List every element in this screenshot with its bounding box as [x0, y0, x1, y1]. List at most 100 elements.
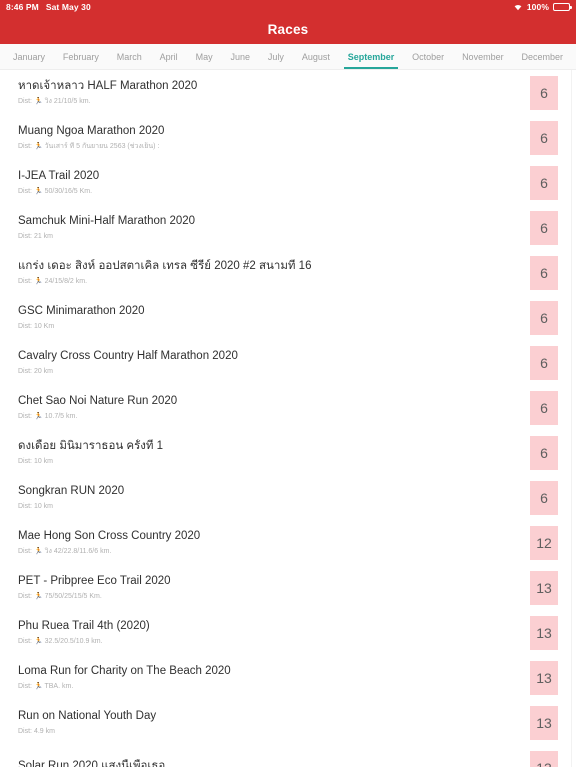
- race-distance: Dist: 20 km: [18, 367, 54, 375]
- race-info: Phu Ruea Trail 4th (2020) Dist: 🏃 32.5/20…: [18, 619, 530, 647]
- race-row[interactable]: Loma Run for Charity on The Beach 2020 Di…: [0, 655, 576, 700]
- race-row[interactable]: Mae Hong Son Cross Country 2020 Dist: 🏃 ว…: [0, 520, 576, 565]
- race-name: GSC Minimarathon 2020: [18, 304, 145, 317]
- tab-label: June: [230, 51, 251, 62]
- tab-august[interactable]: August: [293, 44, 339, 69]
- race-info: Chet Sao Noi Nature Run 2020 Dist: 🏃 10.7…: [18, 394, 530, 422]
- race-name: Chet Sao Noi Nature Run 2020: [18, 394, 178, 407]
- race-row[interactable]: I-JEA Trail 2020 Dist: 🏃 50/30/16/5 Km. 6: [0, 160, 576, 205]
- race-distance: Dist: 4.9 km: [18, 727, 55, 735]
- tab-september[interactable]: September: [339, 44, 403, 69]
- race-row[interactable]: Songkran RUN 2020 Dist: 10 km 6: [0, 475, 576, 520]
- race-date-badge: 6: [530, 480, 558, 515]
- race-row[interactable]: แกร่ง เดอะ สิงห์ ออปสตาเคิล เทรล ซีรีย์ …: [0, 250, 576, 295]
- tab-july[interactable]: July: [259, 44, 293, 69]
- race-date-badge: 12: [530, 525, 558, 560]
- race-distance: Dist: 🏃 32.5/20.5/10.9 km.: [18, 637, 103, 645]
- race-row[interactable]: Chet Sao Noi Nature Run 2020 Dist: 🏃 10.7…: [0, 385, 576, 430]
- race-date-badge: 13: [530, 660, 558, 695]
- race-row[interactable]: Run on National Youth Day Dist: 4.9 km 13: [0, 700, 576, 745]
- race-distance: Dist: 🏃 75/50/25/15/5 Km.: [18, 592, 102, 600]
- race-name: Songkran RUN 2020: [18, 484, 125, 497]
- race-info: Run on National Youth Day Dist: 4.9 km: [18, 709, 530, 737]
- race-date-badge: 13: [530, 705, 558, 740]
- race-name: หาดเจ้าหลาว HALF Marathon 2020: [18, 79, 198, 92]
- tab-march[interactable]: March: [108, 44, 151, 69]
- race-row[interactable]: ดงเดือย มินิมาราธอน ครั้งที่ 1 Dist: 10 k…: [0, 430, 576, 475]
- race-name: Samchuk Mini-Half Marathon 2020: [18, 214, 196, 227]
- race-info: GSC Minimarathon 2020 Dist: 10 Km: [18, 304, 530, 332]
- page-title: Races: [267, 21, 309, 37]
- race-row[interactable]: Solar Run 2020 แสงนี้เพื่อเธอ 13: [0, 745, 576, 767]
- race-row[interactable]: PET - Pribpree Eco Trail 2020 Dist: 🏃 75/…: [0, 565, 576, 610]
- race-name: Phu Ruea Trail 4th (2020): [18, 619, 150, 632]
- race-row[interactable]: Muang Ngoa Marathon 2020 Dist: 🏃 วันเสาร์…: [0, 115, 576, 160]
- status-bar-date: Sat May 30: [45, 2, 91, 12]
- month-tab-bar[interactable]: January February March April May June July Augu…: [0, 44, 576, 70]
- race-info: Cavalry Cross Country Half Marathon 2020…: [18, 349, 530, 377]
- race-info: แกร่ง เดอะ สิงห์ ออปสตาเคิล เทรล ซีรีย์ …: [18, 259, 530, 287]
- race-name: ดงเดือย มินิมาราธอน ครั้งที่ 1: [18, 439, 164, 452]
- race-date-badge: 6: [530, 300, 558, 335]
- race-row[interactable]: Phu Ruea Trail 4th (2020) Dist: 🏃 32.5/20…: [0, 610, 576, 655]
- race-info: Mae Hong Son Cross Country 2020 Dist: 🏃 ว…: [18, 529, 530, 557]
- tab-may[interactable]: May: [187, 44, 222, 69]
- race-name: PET - Pribpree Eco Trail 2020: [18, 574, 171, 587]
- tab-april[interactable]: April: [151, 44, 187, 69]
- race-row[interactable]: หาดเจ้าหลาว HALF Marathon 2020 Dist: 🏃 วิ…: [0, 70, 576, 115]
- tab-label: August: [301, 51, 330, 62]
- race-distance: Dist: 21 km: [18, 232, 54, 240]
- race-date-badge: 6: [530, 120, 558, 155]
- race-name: Muang Ngoa Marathon 2020: [18, 124, 165, 137]
- race-list[interactable]: หาดเจ้าหลาว HALF Marathon 2020 Dist: 🏃 วิ…: [0, 70, 576, 767]
- race-distance: Dist: 🏃 วิ่ง 42/22.8/11.6/6 km.: [18, 547, 112, 555]
- race-distance: Dist: 🏃 วันเสาร์ ที่ 5 กันยายน 2563 (ช่ว…: [18, 142, 160, 150]
- tab-february[interactable]: February: [54, 44, 108, 69]
- race-date-badge: 6: [530, 345, 558, 380]
- tab-december[interactable]: December: [513, 44, 572, 69]
- race-name: Mae Hong Son Cross Country 2020: [18, 529, 201, 542]
- race-name: Loma Run for Charity on The Beach 2020: [18, 664, 231, 677]
- race-name: I-JEA Trail 2020: [18, 169, 100, 182]
- tab-label: January: [12, 51, 45, 62]
- race-row[interactable]: Samchuk Mini-Half Marathon 2020 Dist: 21 …: [0, 205, 576, 250]
- tab-label: September: [347, 51, 395, 62]
- race-info: Solar Run 2020 แสงนี้เพื่อเธอ: [18, 759, 530, 768]
- race-distance: Dist: 10 km: [18, 502, 54, 510]
- race-date-badge: 13: [530, 570, 558, 605]
- race-info: Muang Ngoa Marathon 2020 Dist: 🏃 วันเสาร์…: [18, 124, 530, 152]
- status-bar-left: 8:46 PM Sat May 30: [6, 2, 91, 12]
- tab-november[interactable]: November: [453, 44, 512, 69]
- status-bar-time: 8:46 PM: [6, 2, 39, 12]
- status-bar-right: 100%: [513, 2, 572, 12]
- race-name: แกร่ง เดอะ สิงห์ ออปสตาเคิล เทรล ซีรีย์ …: [18, 259, 312, 272]
- race-distance: Dist: 🏃 วิ่ง 21/10/5 km.: [18, 97, 91, 105]
- race-distance: Dist: 🏃 24/15/8/2 km.: [18, 277, 88, 285]
- battery-icon: [553, 3, 572, 11]
- tab-october[interactable]: October: [403, 44, 453, 69]
- tab-label: February: [62, 51, 99, 62]
- race-row[interactable]: GSC Minimarathon 2020 Dist: 10 Km 6: [0, 295, 576, 340]
- race-name: Solar Run 2020 แสงนี้เพื่อเธอ: [18, 759, 166, 768]
- tab-label: July: [267, 51, 284, 62]
- race-info: ดงเดือย มินิมาราธอน ครั้งที่ 1 Dist: 10 k…: [18, 439, 530, 467]
- tab-january[interactable]: January: [4, 44, 54, 69]
- race-distance: Dist: 10 km: [18, 457, 54, 465]
- battery-percent-label: 100%: [526, 2, 549, 12]
- tab-label: October: [412, 51, 445, 62]
- status-bar: 8:46 PM Sat May 30 100%: [0, 0, 576, 14]
- race-info: I-JEA Trail 2020 Dist: 🏃 50/30/16/5 Km.: [18, 169, 530, 197]
- race-date-badge: 6: [530, 165, 558, 200]
- race-info: Songkran RUN 2020 Dist: 10 km: [18, 484, 530, 512]
- race-distance: Dist: 🏃 TBA. km.: [18, 682, 74, 690]
- tab-june[interactable]: June: [222, 44, 259, 69]
- race-name: Run on National Youth Day: [18, 709, 157, 722]
- race-date-badge: 13: [530, 615, 558, 650]
- race-date-badge: 6: [530, 75, 558, 110]
- race-date-badge: 6: [530, 435, 558, 470]
- race-info: PET - Pribpree Eco Trail 2020 Dist: 🏃 75/…: [18, 574, 530, 602]
- race-distance: Dist: 10 Km: [18, 322, 55, 330]
- wifi-icon: [513, 3, 523, 11]
- race-row[interactable]: Cavalry Cross Country Half Marathon 2020…: [0, 340, 576, 385]
- tab-label: November: [462, 51, 504, 62]
